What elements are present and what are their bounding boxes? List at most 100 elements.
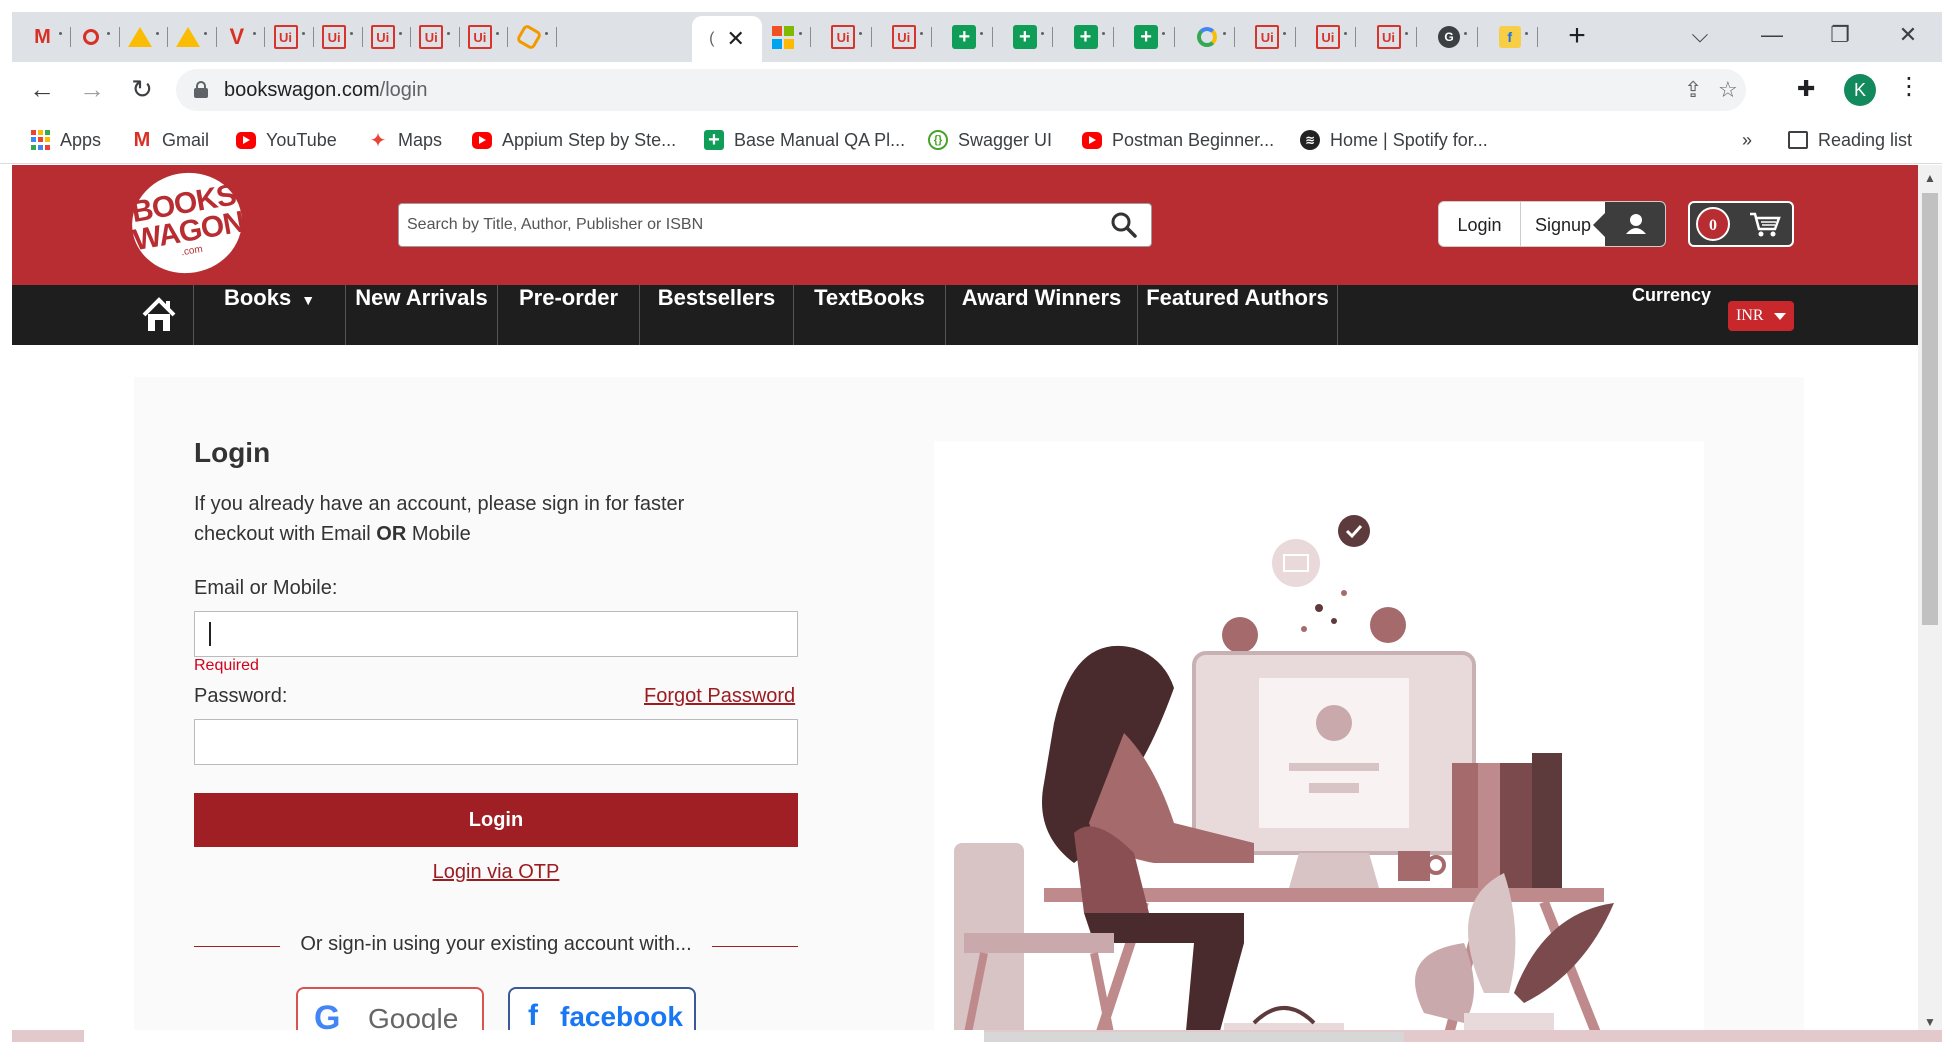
- account-pill: Login Signup: [1438, 201, 1666, 247]
- taskbar-strip-white: [84, 1030, 984, 1042]
- tab-left-4[interactable]: V: [216, 20, 266, 54]
- scrollbar-thumb[interactable]: [1922, 193, 1938, 625]
- bookmark-2[interactable]: YouTube: [236, 126, 337, 154]
- reading-list-icon: [1788, 131, 1808, 149]
- g-dark-icon: G: [1438, 26, 1461, 48]
- new-tab-button[interactable]: +: [1560, 20, 1594, 54]
- nav-item-featured-authors[interactable]: Featured Authors: [1138, 285, 1338, 345]
- extensions-icon[interactable]: ✚: [1797, 76, 1815, 102]
- tab-left-8[interactable]: Ui: [411, 20, 460, 54]
- back-button[interactable]: ←: [24, 72, 60, 108]
- password-field[interactable]: [194, 719, 798, 765]
- tab-right-12[interactable]: f: [1489, 20, 1539, 54]
- nav-item-bestsellers[interactable]: Bestsellers: [640, 285, 794, 345]
- bookmark-5[interactable]: + Base Manual QA Pl...: [704, 126, 905, 154]
- minimize-button[interactable]: —: [1752, 20, 1792, 50]
- tab-left-1[interactable]: [71, 20, 120, 54]
- password-label: Password:: [194, 685, 288, 707]
- home-icon[interactable]: [124, 285, 194, 345]
- bookmarks-overflow-button[interactable]: »: [1742, 126, 1752, 154]
- scroll-up-icon[interactable]: ▲: [1924, 171, 1936, 185]
- login-via-otp-link[interactable]: Login via OTP: [194, 861, 798, 884]
- nav-item-textbooks[interactable]: TextBooks: [794, 285, 946, 345]
- tab-right-9[interactable]: Ui: [1307, 20, 1357, 54]
- tab-right-0[interactable]: [762, 20, 811, 54]
- tab-right-5[interactable]: +: [1065, 20, 1114, 54]
- profile-avatar[interactable]: K: [1844, 74, 1876, 106]
- tab-right-11[interactable]: G: [1429, 20, 1478, 54]
- tab-right-6[interactable]: +: [1126, 20, 1175, 54]
- forgot-password-link[interactable]: Forgot Password: [644, 685, 795, 708]
- tab-left-6[interactable]: Ui: [314, 20, 363, 54]
- bookmark-8[interactable]: ≋ Home | Spotify for...: [1300, 126, 1488, 154]
- nav-item-new-arrivals[interactable]: New Arrivals: [346, 285, 498, 345]
- scroll-down-icon[interactable]: ▼: [1924, 1015, 1936, 1029]
- nav-item-award-winners[interactable]: Award Winners: [946, 285, 1138, 345]
- tab-separator: [1355, 27, 1357, 47]
- tab-left-3[interactable]: [168, 20, 217, 54]
- bookswagon-logo[interactable]: BOOKS WAGON .com: [124, 165, 250, 282]
- browser-menu-icon[interactable]: ⋮: [1897, 72, 1921, 101]
- bookmark-3[interactable]: ✦ Maps: [368, 126, 442, 154]
- tab-title-fragment: [1524, 31, 1528, 35]
- header-login-link[interactable]: Login: [1439, 202, 1521, 246]
- window-close-button[interactable]: ✕: [1888, 20, 1928, 50]
- tab-right-1[interactable]: Ui: [823, 20, 872, 54]
- share-icon[interactable]: ⇪: [1684, 77, 1702, 103]
- bookmark-6[interactable]: {} Swagger UI: [928, 126, 1052, 154]
- bookmark-1[interactable]: M Gmail: [132, 126, 209, 154]
- forward-button[interactable]: →: [74, 72, 110, 108]
- google-sheets-icon: +: [1012, 25, 1037, 49]
- tab-active[interactable]: (✕: [692, 16, 762, 62]
- swagger-icon: {}: [928, 130, 948, 150]
- login-description: If you already have an account, please s…: [194, 489, 734, 549]
- url-text[interactable]: bookswagon.com/login: [224, 79, 427, 102]
- restore-button[interactable]: ❐: [1820, 20, 1860, 50]
- bookmark-star-icon[interactable]: ☆: [1718, 77, 1738, 103]
- tab-left-9[interactable]: Ui: [459, 20, 509, 54]
- reload-button[interactable]: ↻: [124, 72, 160, 108]
- lock-icon[interactable]: [194, 81, 208, 98]
- tab-left-5[interactable]: Ui: [265, 20, 314, 54]
- v-logo-icon: V: [229, 24, 245, 49]
- tab-left-2[interactable]: [119, 20, 169, 54]
- cart-button[interactable]: 0: [1688, 201, 1794, 247]
- tab-right-2[interactable]: Ui: [883, 20, 933, 54]
- bookmark-label: YouTube: [266, 129, 337, 150]
- tab-separator: [1476, 27, 1478, 47]
- search-input[interactable]: [407, 204, 1087, 246]
- google-drive-icon: [127, 25, 152, 49]
- bookmark-7[interactable]: Postman Beginner...: [1082, 126, 1274, 154]
- tab-separator: [991, 27, 993, 47]
- tab-right-7[interactable]: [1186, 20, 1236, 54]
- tab-left-7[interactable]: Ui: [362, 20, 412, 54]
- google-drive-icon: [176, 25, 201, 49]
- login-button[interactable]: Login: [194, 793, 798, 847]
- currency-select[interactable]: INR: [1728, 301, 1794, 331]
- bookmark-4[interactable]: Appium Step by Ste...: [472, 126, 676, 154]
- tab-right-8[interactable]: Ui: [1247, 20, 1296, 54]
- tab-left-0[interactable]: M: [22, 20, 71, 54]
- taskbar-strip: [12, 1030, 1942, 1042]
- page-scrollbar[interactable]: ▲ ▼: [1918, 165, 1942, 1037]
- uipath-icon: Ui: [1376, 25, 1401, 49]
- address-bar[interactable]: bookswagon.com/login ⇪ ☆: [176, 69, 1746, 111]
- reading-list-button[interactable]: Reading list: [1788, 126, 1912, 154]
- tab-right-10[interactable]: Ui: [1368, 20, 1417, 54]
- reading-list-label: Reading list: [1818, 129, 1913, 150]
- user-icon[interactable]: [1593, 202, 1665, 246]
- tab-search-button[interactable]: ⌵: [1680, 20, 1720, 50]
- nav-item-books[interactable]: Books ▼: [194, 285, 346, 345]
- maps-icon: ✦: [369, 129, 387, 152]
- site-nav-bar: Books ▼ New Arrivals Pre-order Bestsellers Te…: [12, 285, 1918, 345]
- search-icon[interactable]: [1111, 212, 1137, 238]
- nav-item-pre-order[interactable]: Pre-order: [498, 285, 640, 345]
- tab-close-icon[interactable]: ✕: [726, 26, 744, 52]
- tab-right-3[interactable]: +: [944, 20, 993, 54]
- email-field[interactable]: [194, 611, 798, 657]
- tab-separator: [1173, 27, 1175, 47]
- tab-left-10[interactable]: [508, 20, 557, 54]
- bookmark-0[interactable]: Apps: [30, 126, 101, 154]
- tab-right-4[interactable]: +: [1004, 20, 1054, 54]
- divider-line-right: [712, 946, 798, 947]
